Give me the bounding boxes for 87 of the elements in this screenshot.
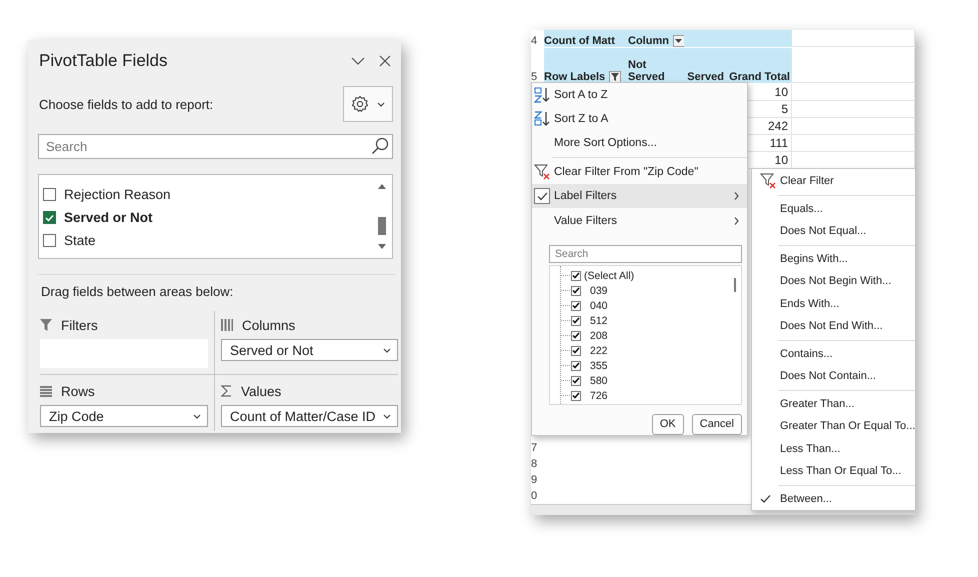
field-label: Served or Not	[64, 210, 153, 225]
menu-item[interactable]: Value Filters	[532, 208, 747, 233]
dialog-button[interactable]: OK	[652, 414, 684, 435]
panel-subtitle: Choose fields to add to report:	[39, 96, 214, 112]
checkbox[interactable]	[571, 346, 581, 356]
close-icon[interactable]	[379, 55, 391, 67]
search-icon	[371, 137, 389, 155]
value-label: 222	[590, 344, 608, 357]
menu-item[interactable]: Does Not End With...	[752, 315, 915, 338]
clear-filter-icon	[534, 164, 551, 180]
checkbox[interactable]	[571, 300, 581, 311]
search-field[interactable]: Search	[38, 134, 393, 159]
areas-hint: Drag fields between areas below:	[41, 284, 234, 299]
sum-icon	[221, 385, 232, 397]
rows-icon	[40, 386, 52, 396]
menu-item[interactable]: Less Than...	[752, 438, 915, 460]
value-label: 039	[590, 284, 608, 297]
checkbox[interactable]	[571, 286, 581, 296]
field-label: Rejection Reason	[64, 187, 171, 202]
settings-button[interactable]	[343, 86, 393, 122]
checkbox[interactable]	[43, 234, 56, 247]
checkbox[interactable]	[571, 360, 581, 371]
menu-item[interactable]: Clear Filter	[752, 170, 915, 192]
menu-item[interactable]: Less Than Or Equal To...	[752, 460, 915, 482]
value-label: (Select All)	[584, 270, 634, 282]
pivot-value-field: Count of Matt	[544, 30, 628, 47]
clear-filter-icon	[760, 173, 777, 190]
filter-icon	[40, 319, 52, 331]
settings-icon	[351, 95, 369, 113]
menu-item[interactable]: Ends With...	[752, 292, 915, 315]
area-field-dropdown[interactable]: Count of Matter/Case ID	[221, 405, 398, 427]
area-field-dropdown[interactable]: Served or Not	[221, 339, 398, 361]
panel-title: PivotTable Fields	[39, 51, 169, 71]
search-field[interactable]: Search	[549, 244, 742, 264]
row-number: 5	[531, 70, 538, 84]
value-label: 208	[590, 330, 608, 342]
filter-dropdown-button[interactable]	[609, 71, 622, 83]
row-number: 7	[531, 441, 538, 456]
checkbox[interactable]	[571, 390, 581, 401]
checkbox[interactable]	[571, 330, 581, 341]
menu-item[interactable]: Greater Than Or Equal To...	[752, 415, 915, 438]
menu-item[interactable]: Does Not Begin With...	[752, 270, 915, 292]
area-label: Rows	[61, 384, 95, 398]
menu-item[interactable]: Does Not Contain...	[752, 365, 915, 388]
caret-icon	[383, 414, 391, 418]
scrollbar-thumb[interactable]	[734, 278, 736, 292]
chevron-down-icon[interactable]	[351, 57, 365, 65]
menu-item[interactable]: Equals...	[752, 198, 915, 220]
value-label: 040	[590, 300, 608, 312]
caret-icon	[377, 102, 385, 106]
sort-ascending-icon	[534, 87, 551, 104]
dialog-button[interactable]: Cancel	[692, 414, 742, 435]
checkbox[interactable]	[43, 188, 56, 201]
column-header: Grand Total	[729, 71, 790, 83]
value-label: 355	[590, 360, 608, 372]
menu-item[interactable]: Does Not Equal...	[752, 220, 915, 242]
row-number: 0	[531, 489, 538, 504]
column-header: Not Served	[628, 59, 665, 83]
menu-item[interactable]: Contains...	[752, 342, 915, 365]
caret-icon	[675, 39, 682, 43]
value-label: 512	[590, 314, 608, 327]
menu-item[interactable]: Between...	[752, 488, 915, 510]
checkbox[interactable]	[571, 376, 581, 386]
value-label: 580	[590, 374, 608, 387]
menu-item[interactable]: Begins With...	[752, 248, 915, 270]
row-number: 9	[531, 473, 538, 488]
menu-item[interactable]: Greater Than...	[752, 392, 915, 415]
checkbox[interactable]	[571, 316, 581, 326]
area-label: Columns	[242, 318, 296, 332]
checkbox[interactable]	[43, 211, 56, 224]
area-field-dropdown[interactable]: Zip Code	[40, 405, 208, 427]
chevron-right-icon	[734, 192, 739, 201]
columns-icon	[221, 319, 233, 331]
value-label: 726	[590, 390, 608, 402]
area-label: Values	[241, 384, 282, 398]
row-number: 8	[531, 457, 538, 472]
column-header: Served	[687, 71, 724, 83]
menu-item[interactable]: Label Filters	[532, 184, 747, 208]
dropdown-button[interactable]	[672, 35, 685, 47]
caret-icon	[383, 348, 391, 352]
chevron-right-icon	[734, 216, 739, 226]
field-label: State	[64, 233, 96, 248]
sort-descending-icon	[534, 111, 551, 128]
row-number: 4	[531, 34, 538, 48]
caret-icon	[193, 414, 201, 418]
area-label: Filters	[61, 318, 98, 332]
checkbox[interactable]	[571, 270, 581, 281]
